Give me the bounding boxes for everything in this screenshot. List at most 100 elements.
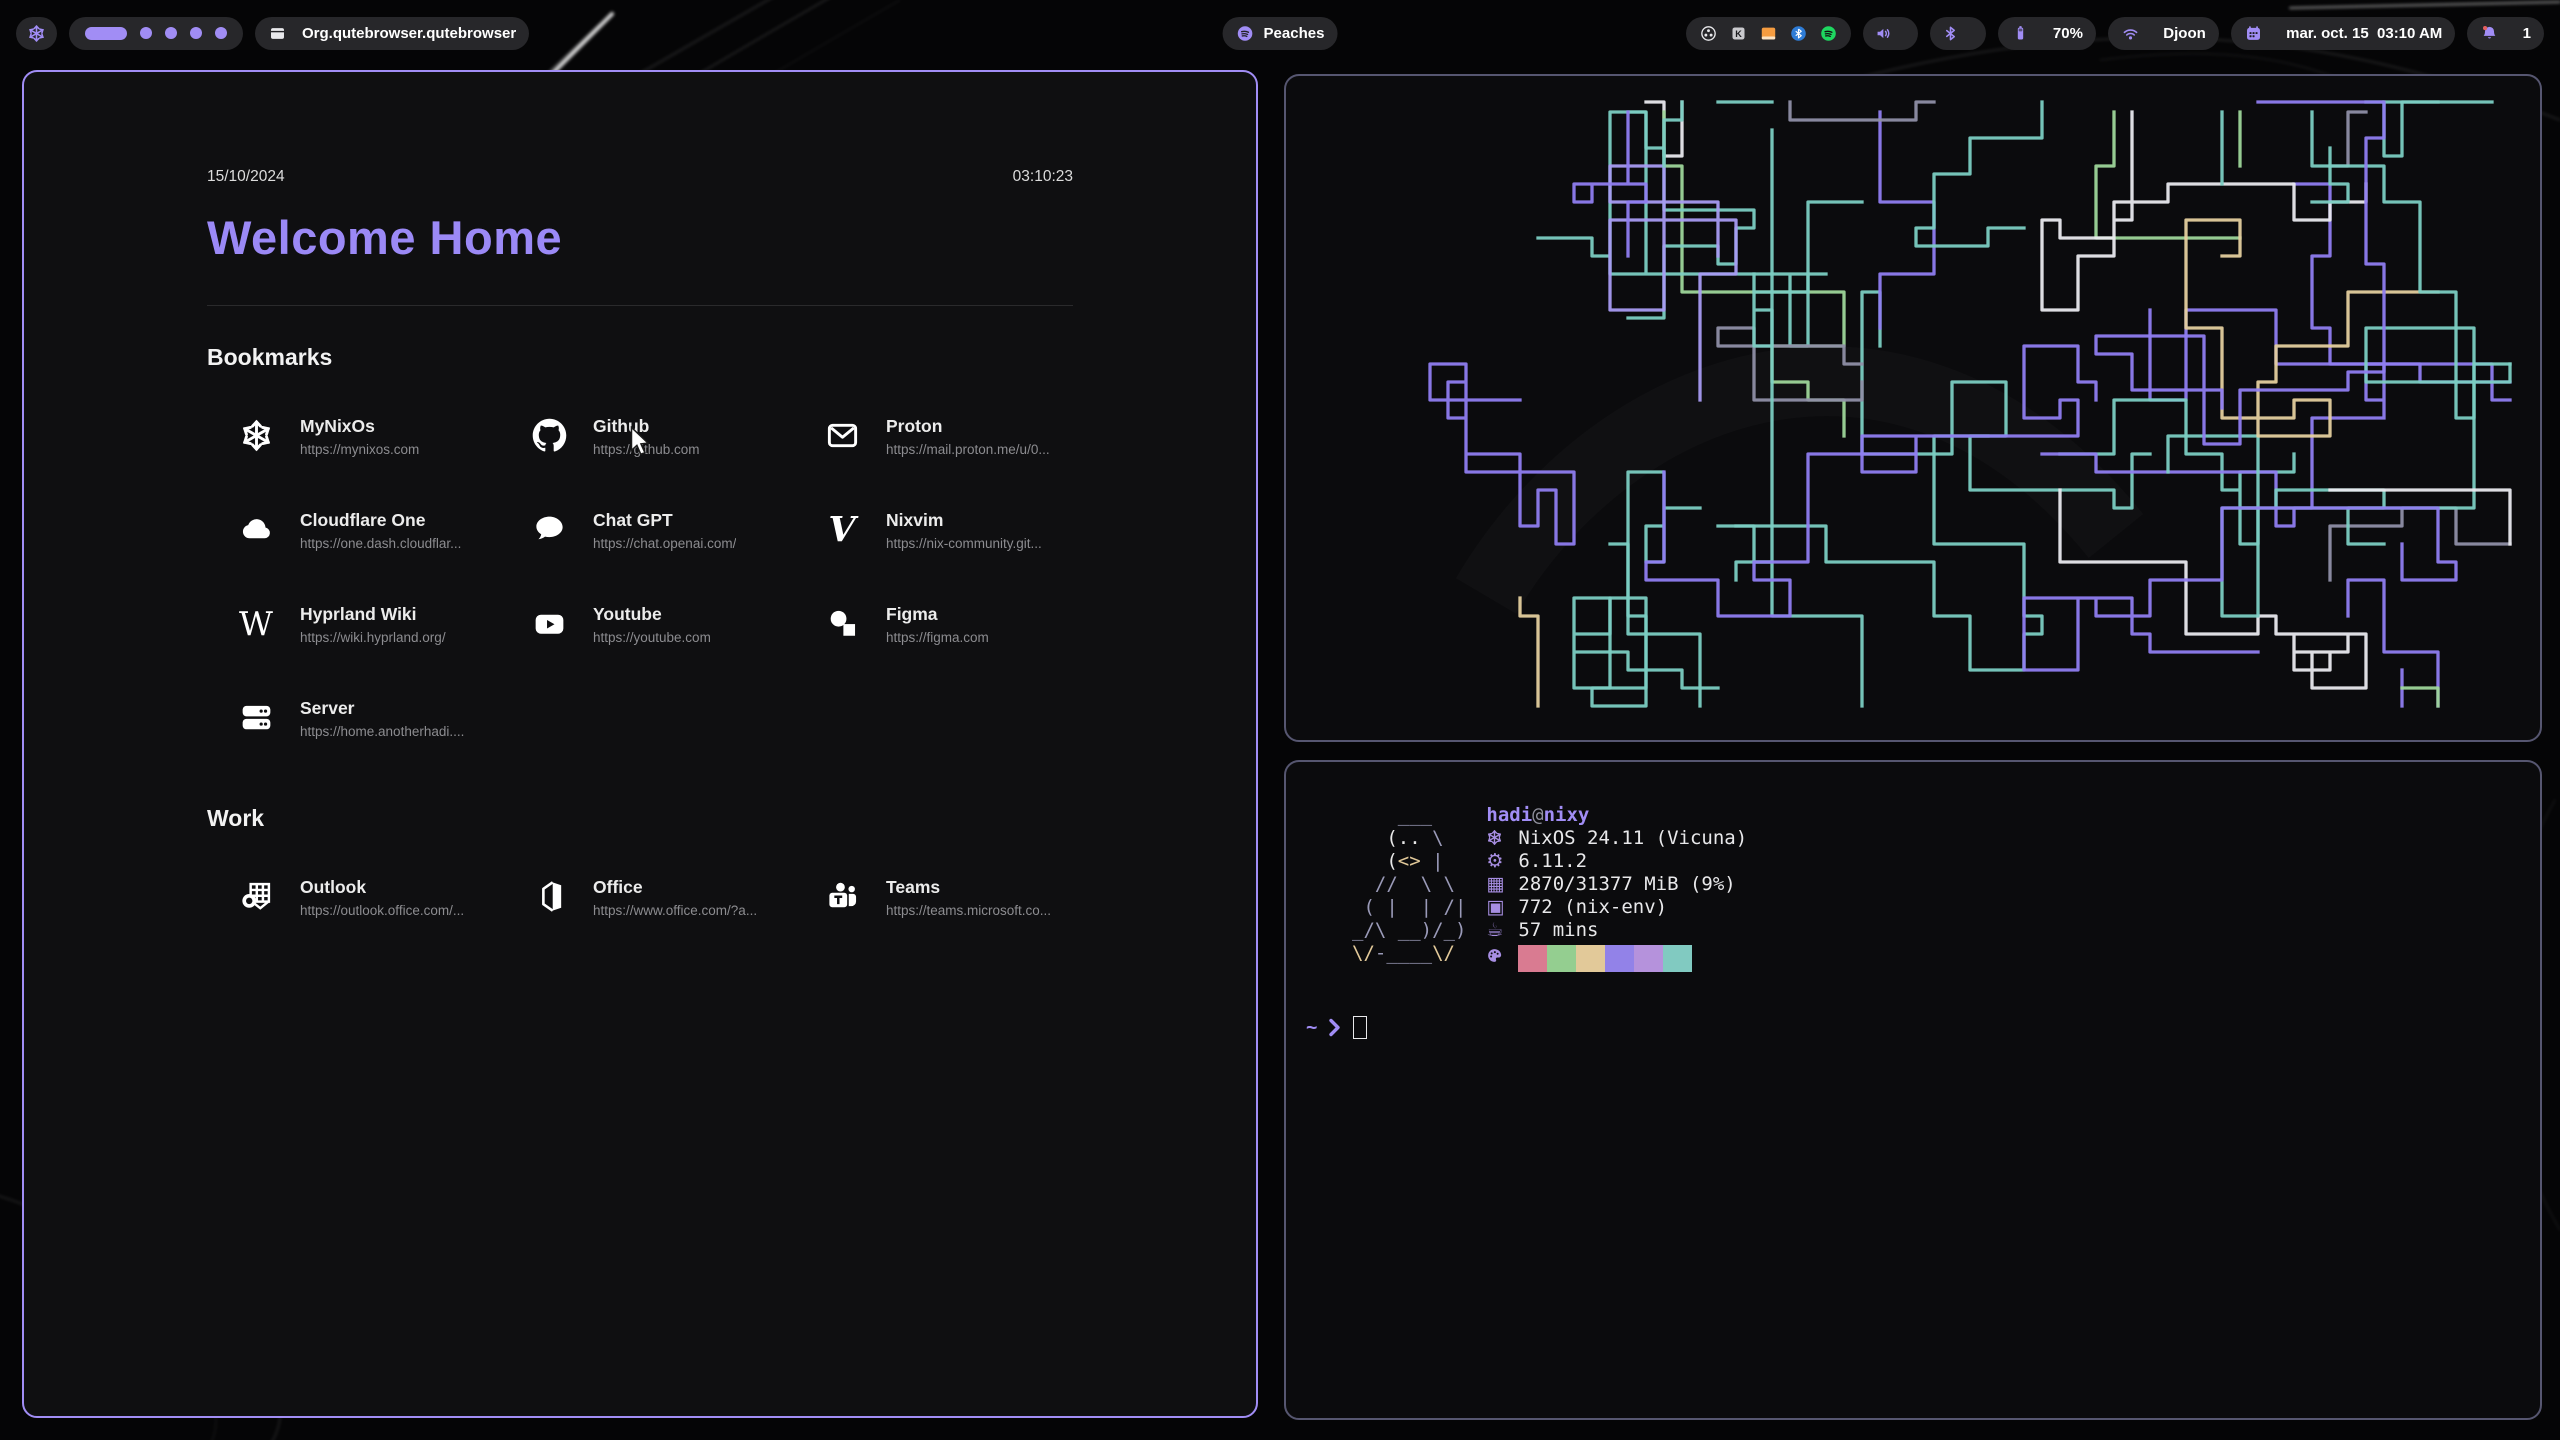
- bookmark-url: https://one.dash.cloudflar...: [300, 536, 461, 551]
- battery-chip[interactable]: 70%: [1998, 17, 2096, 50]
- bookmark-item[interactable]: Serverhttps://home.anotherhadi....: [237, 697, 530, 741]
- wifi-icon: [2121, 0, 2154, 77]
- fetch-host: nixy: [1544, 804, 1590, 826]
- top-bar: Org.qutebrowser.qutebrowser Peaches K 70…: [16, 16, 2544, 50]
- bookmark-name: Figma: [886, 603, 989, 625]
- network-chip[interactable]: Djoon: [2108, 17, 2219, 50]
- outlook-icon: [237, 876, 275, 916]
- volume-button[interactable]: [1863, 17, 1918, 50]
- fetch-row-kernel: ⚙6.11.2: [1486, 850, 1747, 873]
- bookmark-item[interactable]: WHyprland Wikihttps://wiki.hyprland.org/: [237, 603, 530, 647]
- network-ssid: Djoon: [2163, 25, 2206, 42]
- workspace-3[interactable]: [165, 27, 177, 39]
- bookmark-url: https://outlook.office.com/...: [300, 903, 464, 918]
- fetch-row-uptime: ☕57 mins: [1486, 919, 1747, 942]
- pipe: [2348, 328, 2510, 544]
- bookmark-item[interactable]: Chat GPThttps://chat.openai.com/: [530, 509, 823, 553]
- bookmark-item[interactable]: Officehttps://www.office.com/?a...: [530, 876, 823, 920]
- fetch-value: 6.11.2: [1518, 850, 1587, 872]
- workspace-2[interactable]: [140, 27, 152, 39]
- fetch-value: 772 (nix-env): [1518, 896, 1667, 918]
- pipe: [1646, 454, 1916, 616]
- bookmark-item[interactable]: Teamshttps://teams.microsoft.co...: [823, 876, 1116, 920]
- pipe: [1592, 472, 1700, 706]
- pipe: [2402, 688, 2438, 706]
- bookmark-item[interactable]: Cloudflare Onehttps://one.dash.cloudflar…: [237, 509, 530, 553]
- bluetooth-icon: [1941, 0, 1974, 77]
- bookmark-item[interactable]: VNixvimhttps://nix-community.git...: [823, 509, 1116, 553]
- start-page: 15/10/2024 03:10:23 Welcome Home Bookmar…: [207, 72, 1073, 920]
- spotify-icon: [1236, 24, 1255, 43]
- active-window-title: Org.qutebrowser.qutebrowser: [302, 25, 516, 42]
- active-window-chip[interactable]: Org.qutebrowser.qutebrowser: [255, 17, 529, 50]
- workspace-5[interactable]: [215, 27, 227, 39]
- github-icon: [530, 415, 568, 455]
- launcher-button[interactable]: [16, 17, 57, 50]
- now-playing-chip[interactable]: Peaches: [1223, 17, 1338, 50]
- memory-icon: ▦: [1486, 873, 1518, 896]
- figma-icon: [823, 603, 861, 643]
- proton-icon: [823, 415, 861, 455]
- spotify-tray-icon[interactable]: [1819, 24, 1838, 43]
- nix-logo-icon: [27, 24, 46, 43]
- bookmark-item[interactable]: Githubhttps://github.com: [530, 415, 823, 459]
- terminal-palette: [1486, 945, 1747, 972]
- youtube-icon: [530, 603, 568, 643]
- start-date: 15/10/2024: [207, 168, 285, 186]
- svg-text:K: K: [1735, 28, 1742, 38]
- server-icon: [237, 697, 275, 737]
- fetch-info: hadi@nixy NixOS 24.11 (Vicuna)⚙6.11.2▦28…: [1486, 804, 1747, 972]
- bookmark-item[interactable]: Youtubehttps://youtube.com: [530, 603, 823, 647]
- pipe: [1520, 598, 1538, 706]
- pipe: [2330, 490, 2510, 544]
- browser-window[interactable]: 15/10/2024 03:10:23 Welcome Home Bookmar…: [22, 70, 1258, 1418]
- mynixos-icon: [237, 415, 275, 455]
- bookmark-item[interactable]: Proton https://mail.proton.me/u/0...: [823, 415, 1116, 459]
- workspaces-indicator[interactable]: [69, 17, 243, 50]
- prompt-cwd: ~: [1306, 1016, 1317, 1039]
- bookmark-item[interactable]: Outlook https://outlook.office.com/...: [237, 876, 530, 920]
- bluetooth-button[interactable]: [1930, 17, 1985, 50]
- calendar-icon: [2244, 0, 2277, 77]
- palette-swatch: [1634, 945, 1663, 972]
- bookmark-url: https://home.anotherhadi....: [300, 724, 464, 739]
- clock-chip[interactable]: mar. oct. 15 03:10 AM: [2231, 17, 2456, 50]
- bookmark-url: https://figma.com: [886, 630, 989, 645]
- workspace-1-active[interactable]: [85, 27, 127, 40]
- palette-swatch: [1547, 945, 1576, 972]
- divider: [207, 305, 1073, 306]
- bookmark-url: https://mail.proton.me/u/0...: [886, 442, 1050, 457]
- system-tray[interactable]: K: [1686, 17, 1851, 50]
- pipes-terminal-window[interactable]: [1284, 74, 2542, 742]
- obs-tray-icon[interactable]: [1699, 24, 1718, 43]
- hyprland-wiki-icon: W: [237, 603, 275, 643]
- uptime-icon: ☕: [1486, 919, 1518, 942]
- pipe: [2384, 102, 2492, 156]
- bookmark-name: Proton: [886, 415, 1050, 437]
- bookmark-item[interactable]: MyNixOshttps://mynixos.com: [237, 415, 530, 459]
- bookmark-url: https://www.office.com/?a...: [593, 903, 757, 918]
- workspace-4[interactable]: [190, 27, 202, 39]
- fetch-value: 2870/31377 MiB (9%): [1518, 873, 1735, 895]
- bookmark-name: Outlook: [300, 876, 464, 898]
- fetch-terminal-window[interactable]: ___ (.. \ (<> | // \ \ ( | | /| _/\ __)/…: [1284, 760, 2542, 1420]
- fetch-at: @: [1532, 804, 1543, 826]
- shell-prompt[interactable]: ~: [1306, 1016, 2520, 1039]
- fetch-output: ___ (.. \ (<> | // \ \ ( | | /| _/\ __)/…: [1306, 804, 2520, 972]
- os-icon: [1486, 827, 1518, 850]
- cloudflare-icon: [237, 509, 275, 549]
- keepassxc-tray-icon[interactable]: K: [1729, 24, 1748, 43]
- bookmark-item[interactable]: Figma https://figma.com: [823, 603, 1116, 647]
- bluetooth-tray-icon[interactable]: [1789, 24, 1808, 43]
- packages-icon: ▣: [1486, 896, 1518, 919]
- terminal-cursor: [1353, 1016, 1367, 1039]
- files-tray-icon[interactable]: [1759, 24, 1778, 43]
- window-icon: [268, 0, 293, 77]
- notifications-chip[interactable]: 1: [2467, 17, 2544, 50]
- work-grid: Outlook https://outlook.office.com/... Off…: [237, 876, 1073, 920]
- bookmark-url: https://wiki.hyprland.org/: [300, 630, 446, 645]
- pipe: [1916, 102, 2042, 246]
- bookmark-name: Teams: [886, 876, 1051, 898]
- office-icon: [530, 876, 568, 916]
- notification-count: 1: [2523, 25, 2531, 42]
